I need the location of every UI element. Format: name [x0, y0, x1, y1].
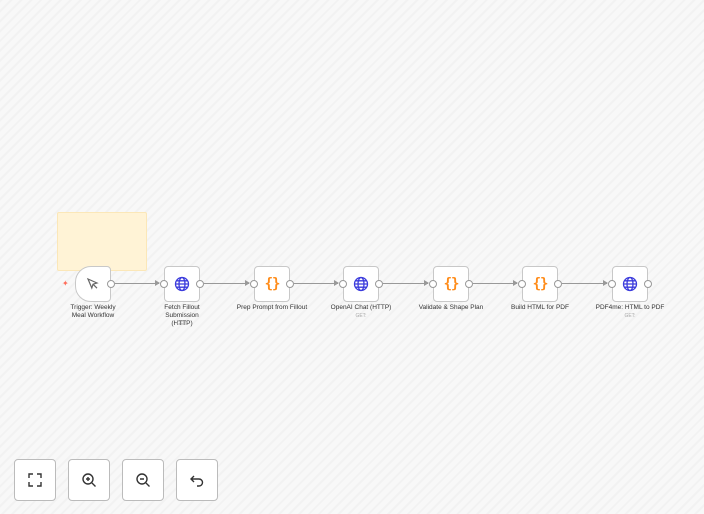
input-port[interactable] [339, 280, 347, 288]
workflow-node[interactable] [75, 266, 115, 302]
globe-icon [174, 276, 190, 292]
output-port[interactable] [286, 280, 294, 288]
output-port[interactable] [375, 280, 383, 288]
connection-line [204, 283, 249, 284]
sticky-note[interactable] [57, 212, 147, 271]
fit-view-button[interactable] [14, 459, 56, 501]
zoom-in-icon [82, 473, 96, 487]
globe-icon [353, 276, 369, 292]
input-port[interactable] [160, 280, 168, 288]
zoom-out-icon [136, 473, 150, 487]
output-port[interactable] [107, 280, 115, 288]
connection-line [473, 283, 517, 284]
trigger-bolt-icon: ✦ [62, 279, 69, 288]
globe-icon [622, 276, 638, 292]
pointer-icon [85, 276, 101, 292]
connection-line [562, 283, 607, 284]
input-port[interactable] [518, 280, 526, 288]
node-subtitle: GET: [355, 313, 367, 319]
output-port[interactable] [196, 280, 204, 288]
code-icon: {} [264, 276, 281, 292]
connection-line [115, 283, 159, 284]
zoom-out-button[interactable] [122, 459, 164, 501]
fullscreen-icon [28, 473, 42, 487]
workflow-node[interactable]: {} [429, 266, 473, 302]
code-icon: {} [532, 276, 549, 292]
zoom-in-button[interactable] [68, 459, 110, 501]
workflow-node[interactable] [339, 266, 383, 302]
connection-line [383, 283, 428, 284]
workflow-node[interactable] [160, 266, 204, 302]
undo-icon [190, 475, 204, 487]
output-port[interactable] [465, 280, 473, 288]
workflow-node[interactable] [608, 266, 652, 302]
output-port[interactable] [644, 280, 652, 288]
node-subtitle: GET: [624, 313, 636, 319]
node-subtitle: GET: [176, 321, 188, 327]
node-label: PDF4me: HTML to PDF [595, 304, 665, 311]
code-icon: {} [443, 276, 460, 292]
connection-line [294, 283, 338, 284]
input-port[interactable] [429, 280, 437, 288]
input-port[interactable] [250, 280, 258, 288]
workflow-node[interactable]: {} [518, 266, 562, 302]
input-port[interactable] [608, 280, 616, 288]
output-port[interactable] [554, 280, 562, 288]
workflow-node[interactable]: {} [250, 266, 294, 302]
undo-button[interactable] [176, 459, 218, 501]
